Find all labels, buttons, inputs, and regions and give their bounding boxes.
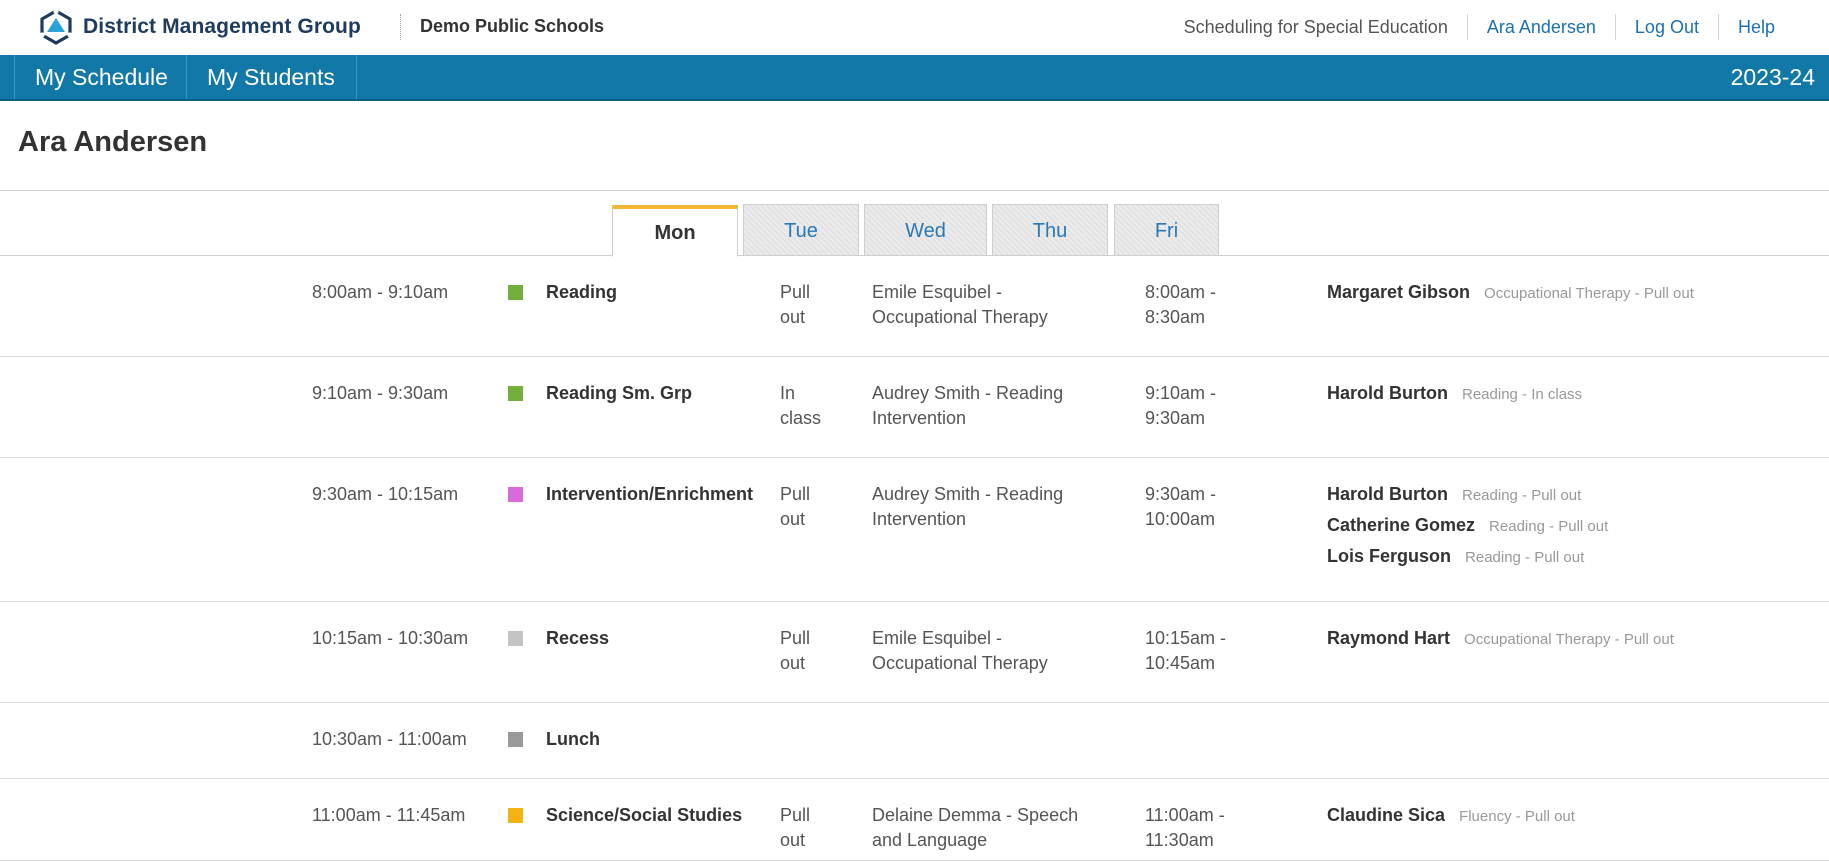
student-service: Reading - Pull out	[1465, 549, 1585, 566]
service-time: 9:10am - 9:30am	[1145, 383, 1217, 428]
schedule-row[interactable]: 9:30am - 10:15am Intervention/Enrichment P…	[0, 458, 1829, 602]
student-list: Claudine Sica Fluency - Pull out	[1327, 803, 1575, 834]
period-time: 11:00am - 11:45am	[312, 805, 466, 825]
nav-my-schedule[interactable]: My Schedule	[15, 55, 188, 99]
schedule-row[interactable]: 11:00am - 11:45am Science/Social Studies P…	[0, 779, 1829, 861]
subject-color-swatch	[508, 386, 523, 401]
student-list: Harold Burton Reading - In class	[1327, 381, 1582, 412]
logout-link[interactable]: Log Out	[1616, 14, 1718, 40]
service-mode: Pull out	[780, 805, 811, 850]
tab-tue[interactable]: Tue	[743, 204, 859, 256]
student-item[interactable]: Catherine Gomez Reading - Pull out	[1327, 513, 1608, 544]
provider-name[interactable]: Audrey Smith - Reading Intervention	[872, 381, 1112, 431]
student-item[interactable]: Raymond Hart Occupational Therapy - Pull …	[1327, 626, 1674, 657]
app-name: Scheduling for Special Education	[1183, 17, 1448, 37]
school-year[interactable]: 2023-24	[1731, 55, 1815, 99]
subject-color-swatch	[508, 631, 523, 646]
schedule-row[interactable]: 8:00am - 9:10am Reading Pull out Emile Esqu…	[0, 256, 1829, 357]
student-item[interactable]: Harold Burton Reading - Pull out	[1327, 482, 1608, 513]
student-name[interactable]: Harold Burton	[1327, 383, 1448, 403]
subject-name: Recess	[546, 628, 610, 648]
title-divider	[0, 190, 1829, 191]
subject-color-swatch	[508, 732, 523, 747]
subject-name: Reading Sm. Grp	[546, 383, 693, 403]
subject-color-swatch	[508, 808, 523, 823]
tab-mon[interactable]: Mon	[612, 205, 738, 257]
logo-icon	[39, 9, 73, 45]
student-item[interactable]: Claudine Sica Fluency - Pull out	[1327, 803, 1575, 834]
help-link[interactable]: Help	[1719, 14, 1794, 40]
student-service: Fluency - Pull out	[1459, 808, 1575, 825]
student-service: Occupational Therapy - Pull out	[1484, 285, 1694, 302]
service-time: 10:15am - 10:45am	[1145, 628, 1227, 673]
student-item[interactable]: Harold Burton Reading - In class	[1327, 381, 1582, 412]
subject-name: Reading	[546, 282, 618, 302]
top-header: District Management Group Demo Public Sc…	[0, 0, 1829, 55]
header-divider	[400, 14, 401, 40]
student-item[interactable]: Lois Ferguson Reading - Pull out	[1327, 544, 1608, 575]
service-time: 9:30am - 10:00am	[1145, 484, 1217, 529]
tab-fri[interactable]: Fri	[1114, 204, 1219, 256]
student-name[interactable]: Margaret Gibson	[1327, 282, 1470, 302]
schedule-row[interactable]: 10:15am - 10:30am Recess Pull out Emile Esq…	[0, 602, 1829, 703]
subject-color-swatch	[508, 487, 523, 502]
period-time: 8:00am - 9:10am	[312, 282, 449, 302]
nav-separator	[356, 55, 357, 99]
student-service: Reading - In class	[1462, 386, 1583, 403]
student-list: Margaret Gibson Occupational Therapy - Pu…	[1327, 280, 1694, 311]
period-time: 10:30am - 11:00am	[312, 729, 467, 749]
tab-wed[interactable]: Wed	[864, 204, 987, 256]
service-mode: Pull out	[780, 484, 811, 529]
subject-name: Intervention/Enrichment	[546, 484, 754, 504]
service-time: 11:00am - 11:30am	[1145, 805, 1225, 850]
student-list: Harold Burton Reading - Pull out Catherine…	[1327, 482, 1608, 575]
student-list: Raymond Hart Occupational Therapy - Pull …	[1327, 626, 1674, 657]
nav-my-students[interactable]: My Students	[187, 55, 355, 99]
student-name[interactable]: Lois Ferguson	[1327, 546, 1451, 566]
provider-name[interactable]: Audrey Smith - Reading Intervention	[872, 482, 1112, 532]
schedule-row[interactable]: 9:10am - 9:30am Reading Sm. Grp In class Au…	[0, 357, 1829, 458]
student-name[interactable]: Claudine Sica	[1327, 805, 1445, 825]
district-name: Demo Public Schools	[420, 16, 605, 36]
provider-name[interactable]: Delaine Demma - Speech and Language	[872, 803, 1112, 853]
student-service: Occupational Therapy - Pull out	[1464, 631, 1674, 648]
subject-name: Science/Social Studies	[546, 805, 743, 825]
period-time: 10:15am - 10:30am	[312, 628, 469, 648]
student-item[interactable]: Margaret Gibson Occupational Therapy - Pu…	[1327, 280, 1694, 311]
service-mode: Pull out	[780, 628, 811, 673]
period-time: 9:30am - 10:15am	[312, 484, 459, 504]
student-service: Reading - Pull out	[1462, 487, 1582, 504]
service-mode: Pull out	[780, 282, 811, 327]
provider-name[interactable]: Emile Esquibel - Occupational Therapy	[872, 626, 1112, 676]
service-mode: In class	[780, 383, 822, 428]
provider-name[interactable]: Emile Esquibel - Occupational Therapy	[872, 280, 1112, 330]
subject-name: Lunch	[546, 729, 600, 749]
student-service: Reading - Pull out	[1489, 518, 1609, 535]
student-name[interactable]: Catherine Gomez	[1327, 515, 1475, 535]
user-link[interactable]: Ara Andersen	[1468, 14, 1615, 40]
service-time: 8:00am - 8:30am	[1145, 282, 1217, 327]
student-name[interactable]: Raymond Hart	[1327, 628, 1450, 648]
logo-text: District Management Group	[83, 15, 361, 38]
dmg-logo[interactable]: District Management Group	[38, 8, 361, 46]
main-nav: My Schedule My Students 2023-24	[0, 55, 1829, 101]
schedule-row[interactable]: 10:30am - 11:00am Lunch	[0, 703, 1829, 779]
subject-color-swatch	[508, 285, 523, 300]
top-links: Scheduling for Special Education Ara And…	[1165, 14, 1794, 40]
tab-thu[interactable]: Thu	[992, 204, 1108, 256]
page-title: Ara Andersen	[18, 126, 208, 158]
period-time: 9:10am - 9:30am	[312, 383, 449, 403]
student-name[interactable]: Harold Burton	[1327, 484, 1448, 504]
